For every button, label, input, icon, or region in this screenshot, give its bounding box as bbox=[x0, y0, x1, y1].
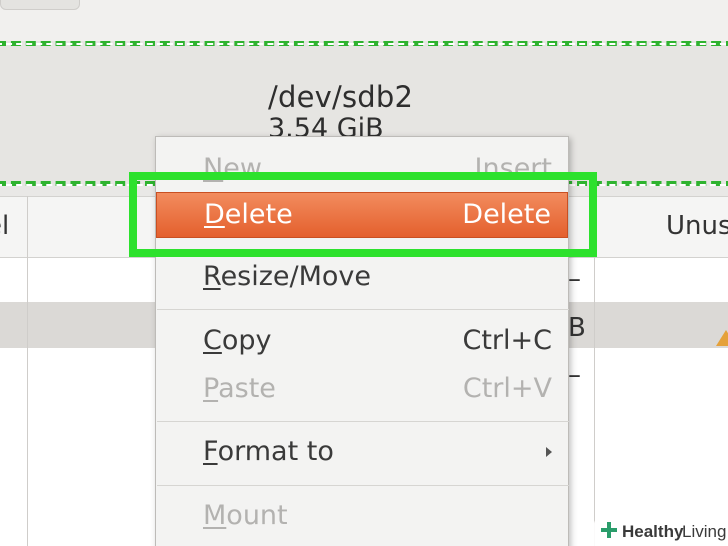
menu-separator bbox=[157, 309, 569, 310]
table-cell: B bbox=[568, 313, 586, 343]
menu-separator bbox=[157, 485, 569, 486]
partition-size: 3.54 GiB bbox=[268, 113, 384, 137]
menu-accel-paste: Ctrl+V bbox=[462, 373, 552, 404]
menu-item-resize-move[interactable]: Resize/Move bbox=[156, 255, 568, 301]
watermark-brand-light: Living bbox=[682, 522, 727, 541]
warning-icon bbox=[716, 330, 728, 346]
column-header-unused[interactable]: Unus bbox=[666, 211, 728, 241]
partition-device-name: /dev/sdb2 bbox=[268, 80, 414, 114]
menu-item-format-to[interactable]: Format to bbox=[156, 430, 568, 476]
top-strip bbox=[0, 0, 728, 44]
menu-item-paste[interactable]: Paste Ctrl+V bbox=[156, 367, 568, 413]
menu-item-mount[interactable]: Mount bbox=[156, 494, 568, 540]
column-divider bbox=[27, 196, 28, 546]
menu-accel-copy: Ctrl+C bbox=[462, 325, 552, 356]
table-cell: – bbox=[568, 360, 581, 390]
tab-edge bbox=[0, 0, 80, 10]
highlight-annotation-box bbox=[129, 172, 597, 257]
column-header-label[interactable]: el bbox=[0, 211, 9, 241]
table-cell: – bbox=[568, 264, 581, 294]
cross-logo-icon bbox=[601, 522, 617, 538]
menu-item-copy[interactable]: Copy Ctrl+C bbox=[156, 319, 568, 365]
watermark: Healthy Living bbox=[594, 518, 728, 546]
submenu-arrow-icon bbox=[546, 447, 552, 457]
watermark-brand-bold: Healthy bbox=[622, 522, 684, 541]
menu-separator bbox=[157, 421, 569, 422]
partition-dash-top bbox=[0, 43, 728, 45]
